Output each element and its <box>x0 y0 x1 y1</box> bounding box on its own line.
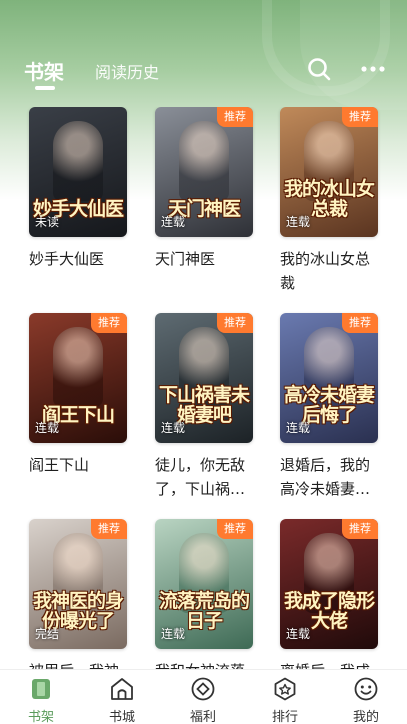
nav-item-profile[interactable]: 我的 <box>336 676 396 724</box>
nav-label: 书架 <box>27 710 54 724</box>
cover-figure-image <box>179 121 229 201</box>
book-title[interactable]: 被甩后，我神医的身份曝光了 <box>29 659 129 669</box>
book-title[interactable]: 徒儿，你无敌了，下山祸害未婚妻吧 <box>155 453 255 501</box>
recommend-badge: 推荐 <box>342 107 378 127</box>
tab-bookshelf[interactable]: 书架 <box>24 56 64 85</box>
recommend-badge: 推荐 <box>91 519 127 539</box>
top-header: 书架 阅读历史 <box>0 48 407 92</box>
recommend-badge: 推荐 <box>217 313 253 333</box>
book-cover[interactable]: 下山祸害未婚妻吧 推荐 连载 <box>155 313 253 443</box>
serial-status-label: 连载 <box>286 215 311 229</box>
nav-item-bookshelf[interactable]: 书架 <box>11 676 71 724</box>
recommend-badge: 推荐 <box>217 519 253 539</box>
nav-label: 书城 <box>108 710 135 724</box>
serial-status-label: 连载 <box>286 627 311 641</box>
cover-figure-image <box>53 121 103 201</box>
welfare-icon <box>191 677 215 701</box>
book-cover[interactable]: 阎王下山 推荐 连载 <box>29 313 127 443</box>
nav-item-ranking[interactable]: 排行 <box>255 676 315 724</box>
serial-status-label: 连载 <box>161 627 186 641</box>
more-icon[interactable] <box>360 58 386 84</box>
serial-status-label: 未读 <box>35 215 60 229</box>
serial-status-label: 连载 <box>35 421 60 435</box>
nav-label: 我的 <box>352 710 379 724</box>
book-cover[interactable]: 我成了隐形大佬 推荐 连载 <box>280 519 378 649</box>
book-title[interactable]: 离婚后，我成了隐形大佬 <box>280 659 380 669</box>
recommend-badge: 推荐 <box>342 313 378 333</box>
serial-status-label: 连载 <box>161 215 186 229</box>
book-title[interactable]: 阎王下山 <box>29 453 129 477</box>
book-item[interactable]: 流落荒岛的日子推荐连载我和女神流落荒岛的日子 <box>155 519 259 669</box>
ranking-icon <box>274 677 296 701</box>
book-cover[interactable]: 我的冰山女总裁 推荐 连载 <box>280 107 378 237</box>
bookshelf-icon <box>32 679 50 699</box>
bottom-navigation: 书架 书城 福利 排行 我的 <box>0 669 407 724</box>
book-title[interactable]: 天门神医 <box>155 247 255 271</box>
search-icon[interactable] <box>306 56 332 82</box>
book-item[interactable]: 高冷未婚妻后悔了推荐连载退婚后，我的高冷未婚妻后悔了 <box>280 313 384 501</box>
tab-reading-history[interactable]: 阅读历史 <box>95 59 159 83</box>
book-cover[interactable]: 我神医的身份曝光了 推荐 完结 <box>29 519 127 649</box>
book-item[interactable]: 我的冰山女总裁 推荐 连载 我的冰山女总裁 <box>280 107 384 295</box>
book-cover[interactable]: 妙手大仙医 未读 <box>29 107 127 237</box>
cover-figure-image <box>53 327 103 407</box>
bookstore-icon <box>111 678 133 700</box>
book-item[interactable]: 阎王下山 推荐 连载 阎王下山 <box>29 313 133 477</box>
book-item[interactable]: 我神医的身份曝光了推荐完结被甩后，我神医的身份曝光了 <box>29 519 133 669</box>
book-cover[interactable]: 天门神医 推荐 连载 <box>155 107 253 237</box>
book-item[interactable]: 妙手大仙医 未读妙手大仙医 <box>29 107 133 271</box>
recommend-badge: 推荐 <box>91 313 127 333</box>
book-item[interactable]: 天门神医 推荐 连载 天门神医 <box>155 107 259 271</box>
book-cover[interactable]: 高冷未婚妻后悔了 推荐 连载 <box>280 313 378 443</box>
book-title[interactable]: 我的冰山女总裁 <box>280 247 380 295</box>
recommend-badge: 推荐 <box>342 519 378 539</box>
nav-label: 福利 <box>189 710 216 724</box>
profile-icon <box>354 677 378 701</box>
book-title[interactable]: 我和女神流落荒岛的日子 <box>155 659 255 669</box>
nav-item-welfare[interactable]: 福利 <box>173 676 233 724</box>
book-title[interactable]: 妙手大仙医 <box>29 247 129 271</box>
serial-status-label: 连载 <box>161 421 186 435</box>
serial-status-label: 完结 <box>35 627 60 641</box>
bookshelf-grid: 妙手大仙医 未读 妙手大仙医 天门神医 推荐 连载 天门神医 我的冰山女总裁 推荐 连载 我的冰山女… <box>0 107 407 669</box>
serial-status-label: 连载 <box>286 421 311 435</box>
tab-active-indicator <box>35 86 55 90</box>
book-item[interactable]: 下山祸害未婚妻吧推荐连载徒儿，你无敌了，下山祸害未婚妻吧 <box>155 313 259 501</box>
nav-label: 排行 <box>271 710 298 724</box>
book-item[interactable]: 我成了隐形大佬推荐连载离婚后，我成了隐形大佬 <box>280 519 384 669</box>
recommend-badge: 推荐 <box>217 107 253 127</box>
book-cover[interactable]: 流落荒岛的日子 推荐 连载 <box>155 519 253 649</box>
book-title[interactable]: 退婚后，我的高冷未婚妻后悔了 <box>280 453 380 501</box>
nav-item-bookstore[interactable]: 书城 <box>92 676 152 724</box>
